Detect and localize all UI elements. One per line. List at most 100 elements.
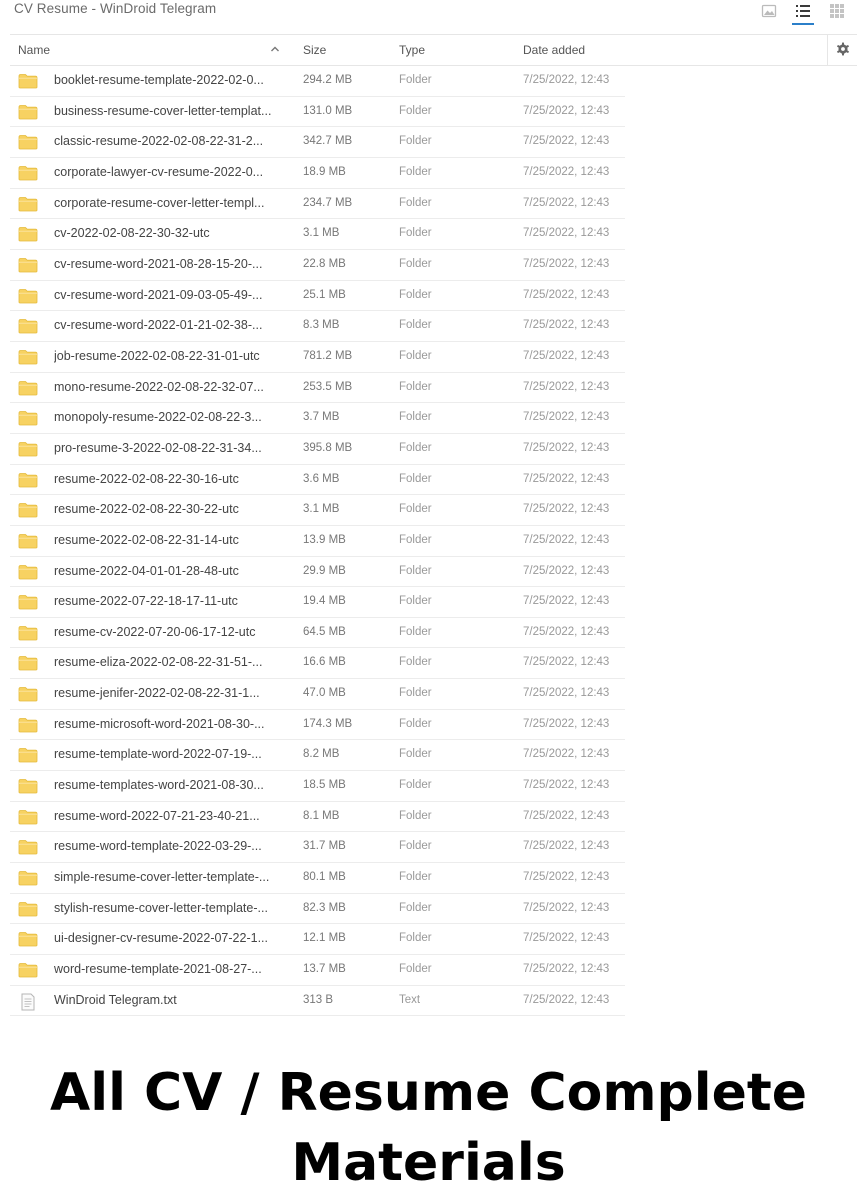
file-row[interactable]: resume-templates-word-2021-08-30... 18.5 … <box>10 771 625 802</box>
file-row[interactable]: resume-microsoft-word-2021-08-30-... 174.… <box>10 710 625 741</box>
file-row[interactable]: resume-2022-02-08-22-30-16-utc 3.6 MB Fold… <box>10 465 625 496</box>
file-row[interactable]: corporate-lawyer-cv-resume-2022-0... 18.9… <box>10 158 625 189</box>
file-row[interactable]: mono-resume-2022-02-08-22-32-07... 253.5 … <box>10 373 625 404</box>
file-name[interactable]: job-resume-2022-02-08-22-31-01-utc <box>54 349 290 363</box>
file-size: 13.9 MB <box>303 533 346 546</box>
file-name[interactable]: resume-jenifer-2022-02-08-22-31-1... <box>54 686 290 700</box>
file-name[interactable]: stylish-resume-cover-letter-template-... <box>54 901 290 915</box>
file-type: Folder <box>399 441 432 454</box>
file-row[interactable]: business-resume-cover-letter-templat... 1… <box>10 97 625 128</box>
file-row[interactable]: resume-2022-02-08-22-30-22-utc 3.1 MB Fold… <box>10 495 625 526</box>
file-name[interactable]: word-resume-template-2021-08-27-... <box>54 962 290 976</box>
file-name[interactable]: cv-resume-word-2021-09-03-05-49-... <box>54 288 290 302</box>
file-row[interactable]: WinDroid Telegram.txt 313 B Text 7/25/2022,… <box>10 986 625 1017</box>
file-date-added: 7/25/2022, 12:43 <box>523 809 610 822</box>
file-name[interactable]: cv-resume-word-2021-08-28-15-20-... <box>54 257 290 271</box>
column-settings[interactable] <box>827 35 857 66</box>
file-row[interactable]: simple-resume-cover-letter-template-... 8… <box>10 863 625 894</box>
file-name[interactable]: WinDroid Telegram.txt <box>54 993 290 1007</box>
file-row[interactable]: ui-designer-cv-resume-2022-07-22-1... 12.… <box>10 924 625 956</box>
file-name[interactable]: resume-templates-word-2021-08-30... <box>54 778 290 792</box>
file-type: Folder <box>399 595 432 608</box>
file-row[interactable]: resume-word-2022-07-21-23-40-21... 8.1 MB… <box>10 802 625 833</box>
folder-icon <box>18 901 38 920</box>
file-name[interactable]: ui-designer-cv-resume-2022-07-22-1... <box>54 931 290 945</box>
file-name[interactable]: simple-resume-cover-letter-template-... <box>54 870 290 884</box>
file-type: Folder <box>399 901 432 914</box>
folder-icon <box>18 502 38 521</box>
column-header-name[interactable]: Name <box>18 43 50 57</box>
file-size: 781.2 MB <box>303 349 353 362</box>
file-type: Folder <box>399 748 432 761</box>
column-header-type[interactable]: Type <box>399 43 425 57</box>
file-name[interactable]: resume-2022-02-08-22-30-22-utc <box>54 502 290 516</box>
file-row[interactable]: resume-2022-02-08-22-31-14-utc 13.9 MB Fol… <box>10 526 625 557</box>
folder-icon <box>18 962 38 981</box>
file-type: Folder <box>399 472 432 485</box>
file-row[interactable]: resume-2022-04-01-01-28-48-utc 29.9 MB Fol… <box>10 557 625 588</box>
file-row[interactable]: job-resume-2022-02-08-22-31-01-utc 781.2 … <box>10 342 625 373</box>
folder-icon <box>18 73 38 92</box>
grid-view-icon[interactable] <box>829 3 845 23</box>
file-size: 8.2 MB <box>303 748 340 761</box>
file-name[interactable]: cv-2022-02-08-22-30-32-utc <box>54 226 290 240</box>
file-row[interactable]: stylish-resume-cover-letter-template-...… <box>10 894 625 925</box>
file-row[interactable]: cv-resume-word-2021-09-03-05-49-... 25.1 … <box>10 281 625 312</box>
file-date-added: 7/25/2022, 12:43 <box>523 748 610 761</box>
file-row[interactable]: corporate-resume-cover-letter-templ... 23… <box>10 189 625 220</box>
file-row[interactable]: word-resume-template-2021-08-27-... 13.7 … <box>10 955 625 986</box>
file-row[interactable]: monopoly-resume-2022-02-08-22-3... 3.7 MB… <box>10 403 625 434</box>
file-size: 22.8 MB <box>303 257 346 270</box>
folder-icon <box>18 564 38 583</box>
file-name[interactable]: resume-2022-02-08-22-30-16-utc <box>54 472 290 486</box>
sort-ascending-icon[interactable] <box>270 43 280 57</box>
file-row[interactable]: cv-resume-word-2022-01-21-02-38-... 8.3 M… <box>10 311 625 342</box>
file-name[interactable]: monopoly-resume-2022-02-08-22-3... <box>54 410 290 424</box>
file-name[interactable]: resume-word-2022-07-21-23-40-21... <box>54 809 290 823</box>
file-row[interactable]: classic-resume-2022-02-08-22-31-2... 342.… <box>10 127 625 158</box>
list-view-icon[interactable] <box>792 3 814 25</box>
folder-icon <box>18 594 38 613</box>
file-name[interactable]: resume-microsoft-word-2021-08-30-... <box>54 717 290 731</box>
file-row[interactable]: cv-2022-02-08-22-30-32-utc 3.1 MB Folder 7/… <box>10 219 625 250</box>
file-name[interactable]: resume-word-template-2022-03-29-... <box>54 839 290 853</box>
file-name[interactable]: resume-eliza-2022-02-08-22-31-51-... <box>54 655 290 669</box>
file-row[interactable]: resume-jenifer-2022-02-08-22-31-1... 47.0… <box>10 679 625 710</box>
file-name[interactable]: classic-resume-2022-02-08-22-31-2... <box>54 134 290 148</box>
file-row[interactable]: cv-resume-word-2021-08-28-15-20-... 22.8 … <box>10 250 625 281</box>
folder-icon <box>18 288 38 307</box>
column-header-date[interactable]: Date added <box>523 43 585 57</box>
file-date-added: 7/25/2022, 12:43 <box>523 288 610 301</box>
file-row[interactable]: resume-word-template-2022-03-29-... 31.7 … <box>10 832 625 864</box>
file-name[interactable]: booklet-resume-template-2022-02-0... <box>54 73 290 87</box>
file-row[interactable]: resume-template-word-2022-07-19-... 8.2 M… <box>10 740 625 772</box>
gear-icon[interactable] <box>836 42 850 59</box>
file-name[interactable]: corporate-lawyer-cv-resume-2022-0... <box>54 165 290 179</box>
file-row[interactable]: resume-2022-07-22-18-17-11-utc 19.4 MB Fol… <box>10 587 625 618</box>
file-name[interactable]: cv-resume-word-2022-01-21-02-38-... <box>54 318 290 332</box>
file-name[interactable]: mono-resume-2022-02-08-22-32-07... <box>54 380 290 394</box>
file-date-added: 7/25/2022, 12:43 <box>523 380 610 393</box>
file-name[interactable]: resume-template-word-2022-07-19-... <box>54 747 290 761</box>
file-name[interactable]: resume-2022-02-08-22-31-14-utc <box>54 533 290 547</box>
image-view-icon[interactable] <box>761 3 777 23</box>
file-name[interactable]: resume-cv-2022-07-20-06-17-12-utc <box>54 625 290 639</box>
file-row[interactable]: pro-resume-3-2022-02-08-22-31-34... 395.8… <box>10 434 625 465</box>
file-name[interactable]: resume-2022-04-01-01-28-48-utc <box>54 564 290 578</box>
file-date-added: 7/25/2022, 12:43 <box>523 779 610 792</box>
file-size: 80.1 MB <box>303 871 346 884</box>
file-size: 64.5 MB <box>303 625 346 638</box>
column-header-size[interactable]: Size <box>303 43 326 57</box>
file-row[interactable]: resume-eliza-2022-02-08-22-31-51-... 16.6… <box>10 648 625 680</box>
file-row[interactable]: booklet-resume-template-2022-02-0... 294.… <box>10 66 625 97</box>
file-name[interactable]: resume-2022-07-22-18-17-11-utc <box>54 594 290 608</box>
file-name[interactable]: business-resume-cover-letter-templat... <box>54 104 290 118</box>
file-date-added: 7/25/2022, 12:43 <box>523 472 610 485</box>
file-name[interactable]: pro-resume-3-2022-02-08-22-31-34... <box>54 441 290 455</box>
file-date-added: 7/25/2022, 12:43 <box>523 625 610 638</box>
file-size: 16.6 MB <box>303 656 346 669</box>
file-size: 82.3 MB <box>303 901 346 914</box>
file-name[interactable]: corporate-resume-cover-letter-templ... <box>54 196 290 210</box>
file-row[interactable]: resume-cv-2022-07-20-06-17-12-utc 64.5 MB… <box>10 618 625 649</box>
file-size: 342.7 MB <box>303 135 353 148</box>
